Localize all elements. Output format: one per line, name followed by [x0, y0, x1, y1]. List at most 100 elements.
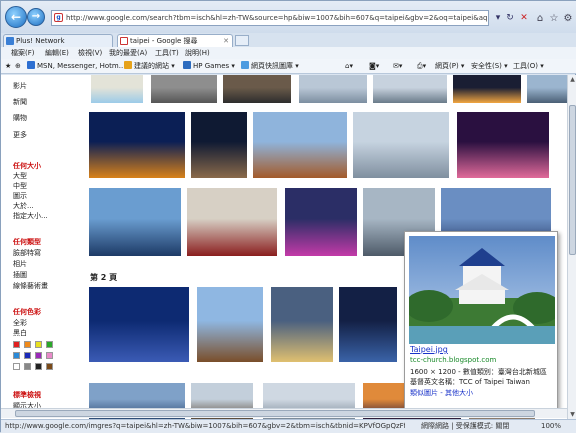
- favorite-suggested[interactable]: 建議的網站 ▾: [124, 59, 175, 74]
- color-swatch[interactable]: [13, 341, 20, 348]
- sidebar-item-more[interactable]: 更多: [13, 130, 27, 140]
- scroll-thumb[interactable]: [15, 410, 535, 417]
- color-swatch[interactable]: [13, 363, 20, 370]
- sidebar-item-videos[interactable]: 影片: [13, 81, 27, 91]
- type-line-drawing[interactable]: 線條藝術畫: [13, 281, 48, 291]
- close-tab-icon[interactable]: ✕: [223, 35, 229, 47]
- image-result-thumbnail[interactable]: [527, 75, 567, 103]
- refresh-icon[interactable]: ↻: [503, 11, 517, 25]
- favorite-web-slices[interactable]: 網頁快訊圖庫 ▾: [241, 59, 299, 74]
- menu-bar: 檔案(F) 編輯(E) 檢視(V) 我的最愛(A) 工具(T) 說明(H): [1, 47, 576, 59]
- new-tab-button[interactable]: [235, 35, 249, 46]
- favorite-msn[interactable]: MSN, Messenger, Hotm...: [27, 59, 125, 74]
- type-face[interactable]: 臉部特寫: [13, 248, 41, 258]
- image-result-thumbnail[interactable]: [453, 75, 521, 103]
- color-swatch[interactable]: [24, 341, 31, 348]
- home-toolbar-icon[interactable]: ⌂▾: [345, 59, 353, 74]
- image-result-thumbnail[interactable]: [339, 287, 397, 362]
- color-heading[interactable]: 任何色彩: [13, 307, 41, 317]
- image-result-thumbnail[interactable]: [197, 287, 263, 362]
- menu-page[interactable]: 網頁(P) ▾: [435, 59, 464, 74]
- image-result-thumbnail[interactable]: [373, 75, 447, 103]
- color-swatch[interactable]: [35, 352, 42, 359]
- preview-image[interactable]: [409, 236, 555, 344]
- favorites-star-icon[interactable]: ★: [5, 59, 11, 74]
- color-swatch[interactable]: [46, 352, 53, 359]
- print-icon[interactable]: ⎙▾: [417, 59, 426, 74]
- menu-help[interactable]: 說明(H): [185, 47, 210, 59]
- color-swatch[interactable]: [35, 341, 42, 348]
- home-icon[interactable]: ⌂: [533, 12, 547, 26]
- gear-icon[interactable]: ⚙: [561, 12, 575, 26]
- preview-domain[interactable]: tcc-church.blogspot.com: [410, 356, 496, 364]
- scroll-thumb[interactable]: [569, 105, 576, 255]
- size-larger-than[interactable]: 大於...: [13, 201, 34, 211]
- image-result-thumbnail[interactable]: [271, 287, 333, 362]
- sidebar-item-shopping[interactable]: 購物: [13, 113, 27, 123]
- image-result-thumbnail[interactable]: [187, 188, 277, 256]
- tab-plus-network[interactable]: Plus! Network: [3, 34, 113, 47]
- favorite-label: HP Games ▾: [193, 62, 235, 70]
- menu-file[interactable]: 檔案(F): [11, 47, 35, 59]
- type-photo[interactable]: 相片: [13, 259, 27, 269]
- image-result-thumbnail[interactable]: [91, 75, 143, 103]
- url-input[interactable]: g http://www.google.com/search?tbm=isch&…: [51, 10, 489, 26]
- menu-view[interactable]: 檢視(V): [78, 47, 102, 59]
- color-full[interactable]: 全彩: [13, 318, 27, 328]
- add-favorite-icon[interactable]: ⊕: [15, 59, 21, 74]
- menu-favorites[interactable]: 我的最愛(A): [109, 47, 147, 59]
- image-result-thumbnail[interactable]: [89, 112, 185, 178]
- image-result-thumbnail[interactable]: [223, 75, 291, 103]
- color-swatch[interactable]: [13, 352, 20, 359]
- image-result-thumbnail[interactable]: [253, 112, 347, 178]
- tab-taipei-search[interactable]: taipei - Google 搜尋 ✕: [117, 34, 233, 47]
- sidebar-item-news[interactable]: 新聞: [13, 97, 27, 107]
- mail-icon[interactable]: ✉▾: [393, 59, 402, 74]
- status-zone: 網際網路 | 受保護模式: 關閉: [421, 422, 510, 430]
- horizontal-scrollbar[interactable]: [1, 408, 567, 418]
- favorite-hp-games[interactable]: HP Games ▾: [183, 59, 235, 74]
- preview-title-link[interactable]: Taipei.jpg: [410, 345, 448, 354]
- size-heading[interactable]: 任何大小: [13, 161, 41, 171]
- scroll-up-icon[interactable]: ▲: [568, 75, 576, 84]
- image-result-thumbnail[interactable]: [457, 112, 549, 178]
- menu-safety[interactable]: 安全性(S) ▾: [471, 59, 508, 74]
- image-result-thumbnail[interactable]: [191, 112, 247, 178]
- image-result-thumbnail[interactable]: [285, 188, 357, 256]
- favorites-star-icon[interactable]: ☆: [547, 12, 561, 26]
- size-exact[interactable]: 指定大小...: [13, 211, 48, 221]
- size-large[interactable]: 大型: [13, 171, 27, 181]
- status-url: http://www.google.com/imgres?q=taipei&hl…: [5, 422, 405, 430]
- type-clipart[interactable]: 插圖: [13, 270, 27, 280]
- stop-icon[interactable]: ✕: [517, 11, 531, 25]
- image-result-thumbnail[interactable]: [299, 75, 367, 103]
- color-swatch[interactable]: [46, 363, 53, 370]
- image-result-thumbnail[interactable]: [89, 287, 189, 362]
- scroll-down-icon[interactable]: ▼: [568, 410, 576, 419]
- forward-button[interactable]: →: [27, 8, 45, 26]
- favorite-label: MSN, Messenger, Hotm...: [37, 62, 126, 70]
- back-button[interactable]: ←: [5, 6, 27, 28]
- color-bw[interactable]: 黑白: [13, 328, 27, 338]
- vertical-scrollbar[interactable]: ▲ ▼: [567, 75, 576, 419]
- zoom-level[interactable]: 100%: [541, 420, 561, 433]
- image-result-thumbnail[interactable]: [151, 75, 217, 103]
- preview-links[interactable]: 類似圖片 - 其他大小: [410, 388, 473, 398]
- color-swatch[interactable]: [46, 341, 53, 348]
- web-slice-icon: [241, 61, 249, 69]
- image-result-thumbnail[interactable]: [353, 112, 449, 178]
- menu-tools[interactable]: 工具(T): [155, 47, 179, 59]
- address-bar-row: ← → g http://www.google.com/search?tbm=i…: [1, 1, 576, 33]
- type-heading[interactable]: 任何類型: [13, 237, 41, 247]
- color-swatch[interactable]: [24, 352, 31, 359]
- color-swatch[interactable]: [24, 363, 31, 370]
- menu-edit[interactable]: 編輯(E): [45, 47, 69, 59]
- image-result-thumbnail[interactable]: [89, 188, 181, 256]
- menu-tools-cmd[interactable]: 工具(O) ▾: [513, 59, 544, 74]
- size-icon[interactable]: 圖示: [13, 191, 27, 201]
- size-medium[interactable]: 中型: [13, 181, 27, 191]
- image-preview-card[interactable]: Taipei.jpg tcc-church.blogspot.com 1600 …: [404, 231, 558, 409]
- color-swatch[interactable]: [35, 363, 42, 370]
- standard-view-heading[interactable]: 標準檢視: [13, 390, 41, 400]
- rss-icon[interactable]: ◙▾: [369, 59, 379, 74]
